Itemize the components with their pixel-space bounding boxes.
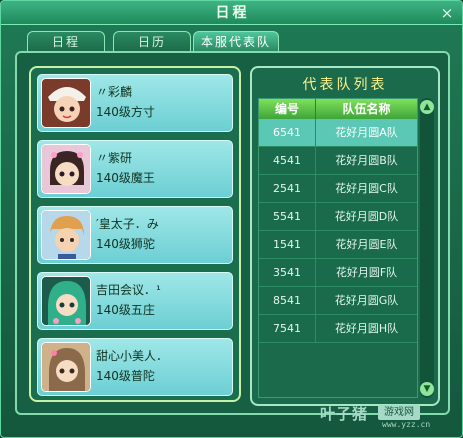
team-id: 1541 [273,238,301,251]
team-name: 花好月圆F队 [315,259,417,287]
close-button[interactable]: × [438,4,456,22]
player-name: 〃彩麟 [96,85,133,99]
avatar-girl-green-hair-icon [42,277,90,325]
player-name: ′皇太子．み [96,217,159,231]
team-id: 6541 [273,126,301,139]
player-name: 甜心小美人． [96,349,169,363]
team-id: 7541 [273,322,301,335]
team-name: 花好月圆B队 [315,147,417,175]
avatar-boy-blond-icon [42,211,90,259]
player-card[interactable]: 〃紫研 140级魔王 [37,140,233,198]
table-header: 编号 队伍名称 [259,99,417,119]
player-avatar [41,210,91,260]
window-title: 日程 [215,5,250,21]
table-row[interactable]: 2541 花好月圆C队 [259,175,417,203]
team-name: 花好月圆G队 [315,287,417,315]
table-row[interactable]: 8541 花好月圆G队 [259,287,417,315]
player-avatar [41,78,91,128]
title-bar: 日程 × [1,1,462,25]
tab-schedule[interactable]: 日程 [27,31,105,51]
team-name: 花好月圆H队 [315,315,417,343]
schedule-window: 日程 × 日程 日历 本服代表队 〃彩麟 140级方寸 〃紫研 140级魔王 ′… [0,0,463,438]
player-avatar [41,276,91,326]
player-card[interactable]: ′皇太子．み 140级狮驼 [37,206,233,264]
player-level: 140级方寸 [96,105,155,119]
team-name: 花好月圆C队 [315,175,417,203]
table-row[interactable]: 4541 花好月圆B队 [259,147,417,175]
watermark-tag: 游戏网 [378,405,420,420]
table-row[interactable]: 6541 花好月圆A队 [259,119,417,147]
site-watermark: 叶子猪 游戏网 www.yzz.cn [318,403,448,429]
watermark-url: www.yzz.cn [382,420,431,429]
team-member-panel: 〃彩麟 140级方寸 〃紫研 140级魔王 ′皇太子．み 140级狮驼 吉田会议… [29,66,241,402]
player-level: 140级普陀 [96,369,155,383]
column-header-name: 队伍名称 [315,99,417,119]
column-header-id: 编号 [274,102,299,116]
team-name: 花好月圆E队 [315,231,417,259]
team-id: 8541 [273,294,301,307]
team-name: 花好月圆D队 [315,203,417,231]
table-row[interactable]: 5541 花好月圆D队 [259,203,417,231]
team-list-title: 代表队列表 [302,77,388,93]
team-id: 3541 [273,266,301,279]
team-id: 5541 [273,210,301,223]
avatar-girl-brown-hair-icon [42,343,90,391]
team-name: 花好月圆A队 [315,119,417,147]
team-list-panel: 代表队列表 编号 队伍名称 6541 花好月圆A队 4541 花好月圆B队 25… [250,66,440,406]
table-row[interactable]: 1541 花好月圆E队 [259,231,417,259]
player-name: 〃紫研 [96,151,133,165]
player-card[interactable]: 〃彩麟 140级方寸 [37,74,233,132]
player-avatar [41,144,91,194]
team-id: 4541 [273,154,301,167]
player-level: 140级魔王 [96,171,155,185]
tab-calendar[interactable]: 日历 [113,31,191,51]
player-card[interactable]: 吉田会议．¹ 140级五庄 [37,272,233,330]
tab-server-team[interactable]: 本服代表队 [193,31,279,51]
avatar-girl-flowers-icon [42,145,90,193]
team-list-scrollbar[interactable]: ▲ ▼ [420,98,434,398]
close-icon: × [440,4,454,22]
scroll-down-icon[interactable]: ▼ [420,382,434,396]
team-table: 编号 队伍名称 6541 花好月圆A队 4541 花好月圆B队 2541 花好月… [258,98,418,398]
table-row[interactable]: 3541 花好月圆F队 [259,259,417,287]
player-avatar [41,342,91,392]
watermark-logo-text: 叶子猪 [320,405,369,423]
player-name: 吉田会议．¹ [96,283,161,297]
table-row[interactable]: 7541 花好月圆H队 [259,315,417,343]
player-card[interactable]: 甜心小美人． 140级普陀 [37,338,233,396]
player-level: 140级五庄 [96,303,155,317]
avatar-girl-white-hat-icon [42,79,90,127]
team-id: 2541 [273,182,301,195]
scroll-up-icon[interactable]: ▲ [420,100,434,114]
player-level: 140级狮驼 [96,237,155,251]
